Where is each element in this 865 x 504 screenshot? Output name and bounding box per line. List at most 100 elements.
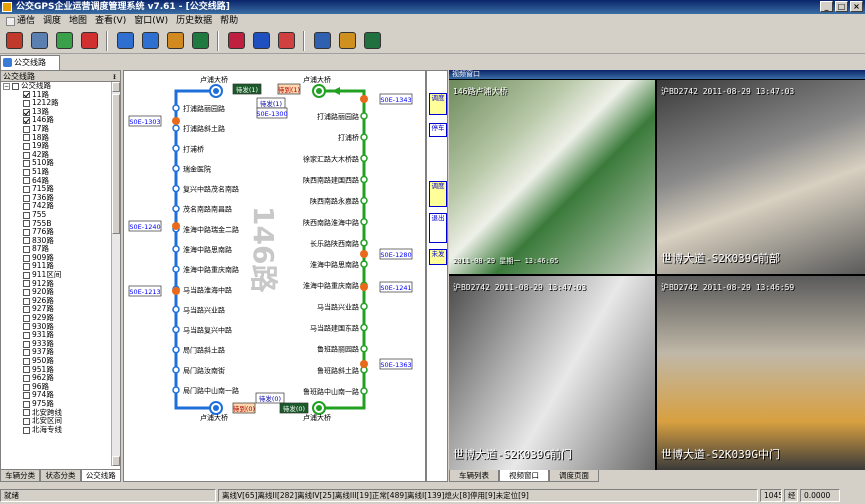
route-checkbox[interactable] [23, 151, 30, 159]
tab-bus-routes[interactable]: 公交线路 [0, 55, 60, 70]
route-checkbox[interactable] [23, 289, 30, 297]
tab-left-0[interactable]: 车辆分类 [0, 470, 41, 482]
tree-item[interactable]: 755 [1, 210, 120, 220]
tree-item[interactable]: 146路 [1, 116, 120, 125]
side-button-2[interactable]: 调度 [429, 181, 447, 207]
tree-item[interactable]: 51路 [1, 167, 120, 177]
tree-item[interactable]: 13路 [1, 107, 120, 117]
route-checkbox[interactable] [23, 426, 30, 434]
route-checkbox[interactable] [23, 280, 30, 288]
gift-button[interactable] [336, 30, 358, 52]
tree-item[interactable]: 962路 [1, 374, 120, 383]
minimize-button[interactable]: _ [820, 1, 833, 12]
tree-item[interactable]: 830路 [1, 236, 120, 246]
route-checkbox[interactable] [23, 383, 30, 391]
tree-item[interactable]: 950路 [1, 356, 120, 366]
route-checkbox[interactable] [23, 228, 30, 236]
pin-icon[interactable]: ᵻ [113, 71, 116, 82]
tree-item[interactable]: 715路 [1, 185, 120, 194]
route-checkbox[interactable] [23, 125, 30, 133]
tree-item[interactable]: 1212路 [1, 99, 120, 108]
tree-item[interactable]: 929路 [1, 313, 120, 323]
station-dot[interactable] [172, 144, 180, 153]
bus-icon[interactable] [360, 283, 368, 291]
route-checkbox[interactable] [23, 374, 30, 382]
station-dot[interactable] [172, 386, 180, 394]
tree-item[interactable]: 736路 [1, 193, 120, 203]
menu-item-6[interactable]: 帮助 [216, 14, 242, 28]
station-dot[interactable] [360, 196, 368, 205]
route-checkbox[interactable] [23, 409, 30, 417]
tree-item[interactable]: 755B [1, 219, 120, 229]
bus-icon[interactable] [360, 250, 368, 258]
tree-item[interactable]: 937路 [1, 348, 120, 357]
route-checkbox[interactable] [23, 254, 30, 262]
tree-item[interactable]: 776路 [1, 227, 120, 237]
side-button-1[interactable]: 停车 [429, 123, 447, 137]
tree-item[interactable]: 926路 [1, 296, 120, 306]
menu-item-1[interactable]: 调度 [39, 14, 65, 28]
camera-feed-2[interactable]: 沪BD2742 2011-08-29 13:47:03 世博大道-S2K039G前… [449, 276, 655, 470]
camera-feed-1[interactable]: 沪BD2742 2011-08-29 13:47:03 世博大道-S2K039G前… [657, 80, 865, 274]
tab-right-0[interactable]: 车辆列表 [449, 470, 499, 482]
station-dot[interactable] [360, 112, 368, 120]
menu-item-5[interactable]: 历史数据 [172, 14, 216, 28]
tree-item[interactable]: 933路 [1, 339, 120, 349]
menu-item-0[interactable]: 通信 [2, 14, 39, 28]
tree-item[interactable]: 920路 [1, 288, 120, 297]
menu-item-3[interactable]: 查看(V) [91, 14, 130, 28]
tab-right-1[interactable]: 视频窗口 [499, 470, 549, 482]
route-checkbox[interactable] [23, 297, 30, 305]
station-dot[interactable] [172, 265, 180, 273]
tree-item[interactable]: 87路 [1, 245, 120, 254]
close-button[interactable]: × [850, 1, 863, 12]
route-checkbox[interactable] [23, 306, 30, 314]
tab-left-2[interactable]: 公交线路 [80, 470, 121, 482]
route-checkbox[interactable] [23, 117, 30, 125]
route-checkbox[interactable] [23, 332, 30, 340]
route-checkbox[interactable] [23, 108, 30, 116]
station-dot[interactable] [360, 387, 368, 395]
tree-item[interactable]: 911区间 [1, 270, 120, 280]
route-checkbox[interactable] [23, 349, 30, 357]
side-button-0[interactable]: 调度 [429, 93, 447, 115]
tree-item[interactable]: 96路 [1, 382, 120, 392]
station-dot[interactable] [172, 164, 180, 173]
tree-item[interactable]: 19路 [1, 142, 120, 151]
route-checkbox[interactable] [23, 203, 30, 211]
station-dot[interactable] [360, 302, 368, 311]
station-dot[interactable] [360, 344, 368, 353]
route-checkbox[interactable] [23, 246, 30, 254]
side-button-4[interactable]: 未发 [429, 249, 447, 265]
tree-item[interactable]: 742路 [1, 202, 120, 211]
menu-item-2[interactable]: 地图 [65, 14, 91, 28]
station-dot[interactable] [172, 345, 180, 354]
tree-item[interactable]: 11路 [1, 90, 120, 100]
monitor-button[interactable] [361, 30, 383, 52]
station-dot[interactable] [360, 239, 368, 247]
route-checkbox[interactable] [23, 160, 30, 168]
book-button[interactable] [225, 30, 247, 52]
station-dot[interactable] [172, 104, 180, 112]
bus-icon[interactable] [360, 95, 368, 103]
tree-item[interactable]: 510路 [1, 159, 120, 168]
camera-feed-0[interactable]: 146路卢浦大桥 2011-08-29 星期一 13:46:05 [449, 80, 655, 274]
bus-icon[interactable] [172, 222, 180, 230]
route-checkbox[interactable] [23, 91, 30, 99]
tree-item[interactable]: 974路 [1, 391, 120, 400]
people-button[interactable] [3, 30, 25, 52]
route-checkbox[interactable] [23, 357, 30, 365]
station-dot[interactable] [360, 175, 368, 184]
collapse-icon[interactable]: − [3, 82, 10, 90]
station-dot[interactable] [360, 323, 368, 332]
document-button[interactable] [28, 30, 50, 52]
tree-scrollbar[interactable] [111, 82, 120, 466]
calculator-button[interactable] [311, 30, 333, 52]
edit-button[interactable] [250, 30, 272, 52]
card-button[interactable] [275, 30, 297, 52]
globe-button[interactable] [164, 30, 186, 52]
station-dot[interactable] [172, 305, 180, 314]
route-checkbox[interactable] [23, 134, 30, 142]
station-dot[interactable] [360, 154, 368, 163]
maximize-button[interactable]: □ [835, 1, 848, 12]
